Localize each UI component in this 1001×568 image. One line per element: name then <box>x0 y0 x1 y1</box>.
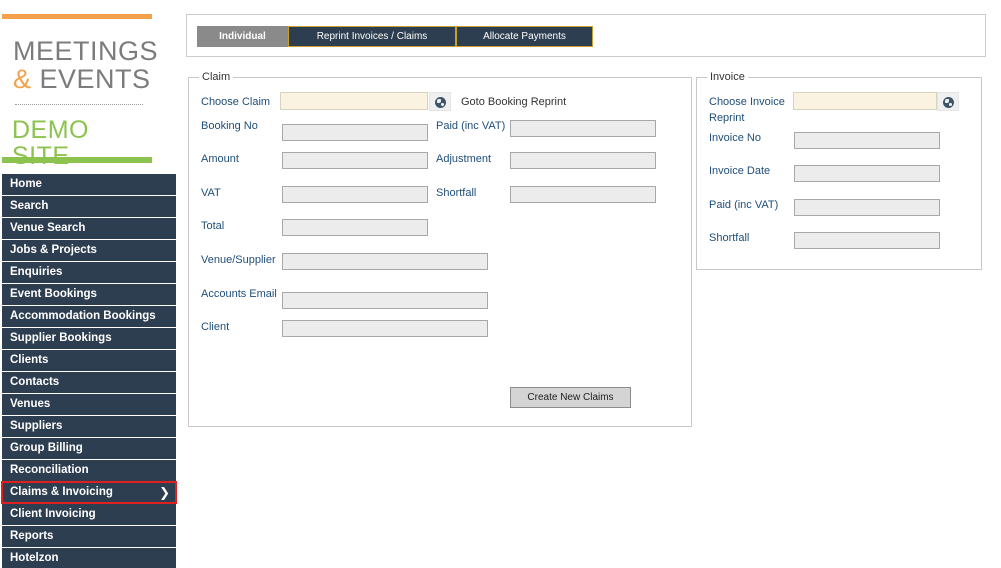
chevron-right-icon: ❯ <box>159 485 170 500</box>
nav-item-accommodation-bookings[interactable]: Accommodation Bookings <box>2 306 176 327</box>
site-logo: MEETINGS & EVENTS DEMO SITE <box>2 14 158 169</box>
invoice-fieldset: Invoice Choose Invoice Reprint Invoice N… <box>696 71 982 270</box>
sidebar-nav: Home Search Venue Search Jobs & Projects… <box>1 174 177 568</box>
total-label: Total <box>201 220 225 232</box>
nav-item-enquiries[interactable]: Enquiries <box>2 262 176 283</box>
booking-no-label: Booking No <box>201 120 258 132</box>
nav-item-reconciliation[interactable]: Reconciliation <box>2 460 176 481</box>
choose-invoice-label-reprint: Reprint <box>709 112 745 124</box>
globe-icon <box>943 97 954 108</box>
nav-item-reports[interactable]: Reports <box>2 526 176 547</box>
amount-label: Amount <box>201 153 239 165</box>
client-field[interactable] <box>282 320 488 337</box>
nav-item-search[interactable]: Search <box>2 196 176 217</box>
claim-shortfall-label: Shortfall <box>436 187 477 199</box>
goto-booking-reprint-link[interactable]: Goto Booking Reprint <box>461 96 566 109</box>
choose-claim-input[interactable] <box>280 92 428 110</box>
invoice-paid-label: Paid (inc VAT) <box>709 199 779 211</box>
nav-item-venue-search[interactable]: Venue Search <box>2 218 176 239</box>
tab-bar: Individual Reprint Invoices / Claims All… <box>186 14 986 57</box>
nav-item-group-billing[interactable]: Group Billing <box>2 438 176 459</box>
nav-item-home[interactable]: Home <box>2 174 176 195</box>
choose-invoice-label: Choose Invoice <box>709 96 785 108</box>
invoice-paid-field[interactable] <box>794 199 940 216</box>
venue-supplier-field[interactable] <box>282 253 488 270</box>
claim-paid-field[interactable] <box>510 120 656 137</box>
booking-no-field[interactable] <box>282 124 428 141</box>
logo-events-text: EVENTS <box>31 64 151 94</box>
nav-item-supplier-bookings[interactable]: Supplier Bookings <box>2 328 176 349</box>
accounts-email-label: Accounts Email <box>201 288 277 300</box>
logo-divider <box>15 104 143 105</box>
tab-reprint-invoices-claims[interactable]: Reprint Invoices / Claims <box>288 26 456 47</box>
nav-item-suppliers[interactable]: Suppliers <box>2 416 176 437</box>
claim-legend: Claim <box>199 71 234 84</box>
choose-claim-lookup-button[interactable] <box>429 92 451 111</box>
logo-green-bar <box>2 157 152 163</box>
client-label: Client <box>201 321 230 333</box>
nav-item-hotelzon[interactable]: Hotelzon <box>2 548 176 568</box>
globe-icon <box>435 97 446 108</box>
vat-label: VAT <box>201 187 221 199</box>
venue-supplier-label: Venue/Supplier <box>201 254 276 266</box>
invoice-shortfall-label: Shortfall <box>709 232 750 244</box>
logo-line-events: & EVENTS <box>13 65 151 93</box>
logo-line-meetings: MEETINGS <box>13 36 159 66</box>
tab-allocate-payments[interactable]: Allocate Payments <box>456 26 593 47</box>
nav-item-contacts[interactable]: Contacts <box>2 372 176 393</box>
choose-invoice-lookup-button[interactable] <box>937 92 959 111</box>
claim-fieldset: Claim Choose Claim Goto Booking Reprint … <box>188 71 692 427</box>
amount-field[interactable] <box>282 152 428 169</box>
nav-item-event-bookings[interactable]: Event Bookings <box>2 284 176 305</box>
nav-item-clients[interactable]: Clients <box>2 350 176 371</box>
invoice-date-field[interactable] <box>794 165 940 182</box>
tab-individual[interactable]: Individual <box>197 26 288 47</box>
create-new-claims-button[interactable]: Create New Claims <box>510 387 631 408</box>
invoice-shortfall-field[interactable] <box>794 232 940 249</box>
nav-item-client-invoicing[interactable]: Client Invoicing <box>2 504 176 525</box>
invoice-legend: Invoice <box>707 71 748 84</box>
adjustment-label: Adjustment <box>436 153 492 165</box>
logo-ampersand: & <box>13 64 32 94</box>
claim-paid-label: Paid (inc VAT) <box>436 120 506 132</box>
invoice-no-label: Invoice No <box>709 132 761 144</box>
nav-item-jobs-projects[interactable]: Jobs & Projects <box>2 240 176 261</box>
total-field[interactable] <box>282 219 428 236</box>
adjustment-field[interactable] <box>510 152 656 169</box>
invoice-date-label: Invoice Date <box>709 165 771 177</box>
accounts-email-field[interactable] <box>282 292 488 309</box>
logo-orange-bar <box>2 14 152 19</box>
nav-item-label: Claims & Invoicing <box>10 486 113 498</box>
nav-item-claims-invoicing[interactable]: Claims & Invoicing ❯ <box>1 481 177 504</box>
choose-claim-label: Choose Claim <box>201 96 271 108</box>
claim-shortfall-field[interactable] <box>510 186 656 203</box>
invoice-no-field[interactable] <box>794 132 940 149</box>
nav-item-venues[interactable]: Venues <box>2 394 176 415</box>
vat-field[interactable] <box>282 186 428 203</box>
choose-invoice-input[interactable] <box>793 92 937 110</box>
